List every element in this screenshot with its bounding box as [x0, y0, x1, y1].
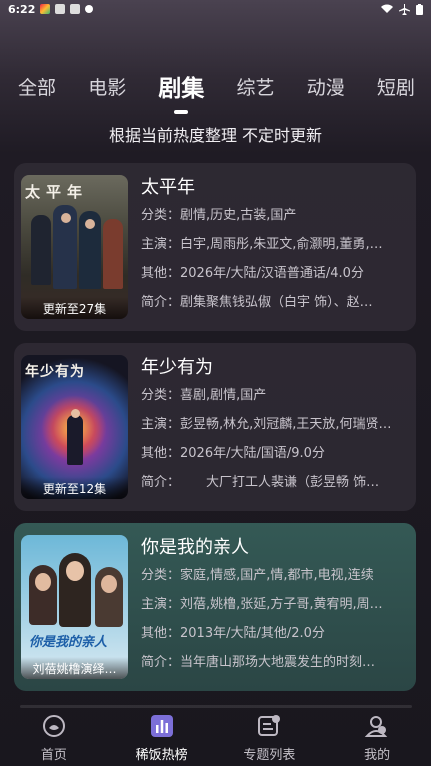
intro-row: 简介： 剧集聚焦钱弘俶（白宇 饰）、赵…: [141, 295, 373, 310]
tab-variety[interactable]: 综艺: [237, 73, 275, 100]
battery-icon: [416, 3, 423, 15]
nav-home[interactable]: 首页: [0, 711, 108, 763]
poster-image[interactable]: 年少有为 更新至12集: [21, 355, 128, 499]
list-item[interactable]: 你是我的亲人 刘蓓姚橹演绎… 你是我的亲人 分类： 家庭,情感,国产,情,都市,电…: [14, 523, 416, 691]
app-notification-icon: [40, 4, 51, 14]
poster-image[interactable]: 你是我的亲人 刘蓓姚橹演绎…: [21, 535, 128, 679]
bottom-nav: 首页 稀饭热榜 专题列表 我的: [0, 708, 431, 766]
nav-label: 我的: [364, 748, 391, 763]
dot-notification-icon: [85, 5, 94, 13]
intro-row: 简介： 大厂打工人裴谦（彭昱畅 饰…: [141, 475, 380, 490]
poster-caption: 刘蓓姚橹演绎…: [21, 657, 128, 679]
list-item[interactable]: 太平年 更新至27集 太平年 分类： 剧情,历史,古装,国产 主演： 白宇,周雨彤,…: [14, 163, 416, 331]
item-info: 太平年 分类： 剧情,历史,古装,国产 主演： 白宇,周雨彤,朱亚文,俞灏明,董勇,…: [141, 175, 410, 319]
tab-all[interactable]: 全部: [18, 73, 56, 100]
cast-row: 主演： 彭昱畅,林允,刘冠麟,王天放,何瑞贤…: [141, 417, 392, 432]
home-icon: [42, 715, 65, 737]
nav-label: 首页: [40, 748, 67, 763]
tab-movies[interactable]: 电影: [88, 73, 126, 100]
list-item[interactable]: 年少有为 更新至12集 年少有为 分类： 喜剧,剧情,国产 主演： 彭昱畅,林允,刘…: [14, 343, 416, 511]
nav-label: 专题列表: [243, 748, 296, 763]
list-icon: [258, 715, 281, 736]
tab-active-indicator: [174, 110, 189, 114]
other-row: 其他： 2026年/大陆/汉语普通话/4.0分: [141, 266, 364, 281]
category-row: 分类： 家庭,情感,国产,情,都市,电视,连续: [141, 568, 374, 583]
nav-topics[interactable]: 专题列表: [216, 711, 324, 763]
cast-row: 主演： 刘蓓,姚橹,张延,方子哥,黄宥明,周…: [141, 597, 383, 612]
episode-badge: 更新至27集: [21, 297, 128, 319]
tab-series[interactable]: 剧集: [158, 69, 204, 114]
app-notification-icon: [70, 4, 81, 14]
tab-short-drama[interactable]: 短剧: [377, 73, 415, 100]
nav-profile[interactable]: 我的: [323, 711, 431, 763]
nav-label: 稀饭热榜: [135, 748, 188, 763]
tab-anime[interactable]: 动漫: [307, 73, 345, 100]
item-title: 太平年: [141, 177, 195, 198]
other-row: 其他： 2013年/大陆/其他/2.0分: [141, 626, 325, 641]
poster-title: 年少有为: [25, 364, 85, 380]
ranking-subtitle: 根据当前热度整理 不定时更新: [108, 126, 323, 145]
episode-badge: 更新至12集: [21, 477, 128, 499]
wifi-icon: [381, 4, 393, 13]
airplane-icon: [399, 3, 410, 15]
photos-notification-icon: [55, 4, 66, 14]
other-row: 其他： 2026年/大陆/国语/9.0分: [141, 446, 325, 461]
category-row: 分类： 喜剧,剧情,国产: [141, 388, 267, 403]
item-title: 年少有为: [141, 357, 213, 378]
poster-title: 太平年: [25, 183, 89, 201]
cast-row: 主演： 白宇,周雨彤,朱亚文,俞灏明,董勇,…: [141, 237, 383, 252]
category-row: 分类： 剧情,历史,古装,国产: [141, 208, 297, 223]
item-info: 年少有为 分类： 喜剧,剧情,国产 主演： 彭昱畅,林允,刘冠麟,王天放,何瑞贤… …: [141, 355, 410, 499]
category-tabs: 全部 电影 剧集 综艺 动漫 短剧: [0, 66, 431, 114]
intro-row: 简介： 当年唐山那场大地震发生的时刻…: [141, 655, 376, 670]
poster-image[interactable]: 太平年 更新至27集: [21, 175, 128, 319]
item-info: 你是我的亲人 分类： 家庭,情感,国产,情,都市,电视,连续 主演： 刘蓓,姚橹,张…: [141, 535, 410, 679]
status-time: 6:22: [8, 2, 36, 16]
nav-hot-ranking[interactable]: 稀饭热榜: [108, 711, 216, 763]
poster-title: 你是我的亲人: [29, 635, 108, 650]
user-icon: [364, 716, 388, 737]
item-title: 你是我的亲人: [141, 537, 249, 558]
chart-icon: [150, 715, 173, 737]
status-bar: 6:22: [0, 0, 431, 18]
